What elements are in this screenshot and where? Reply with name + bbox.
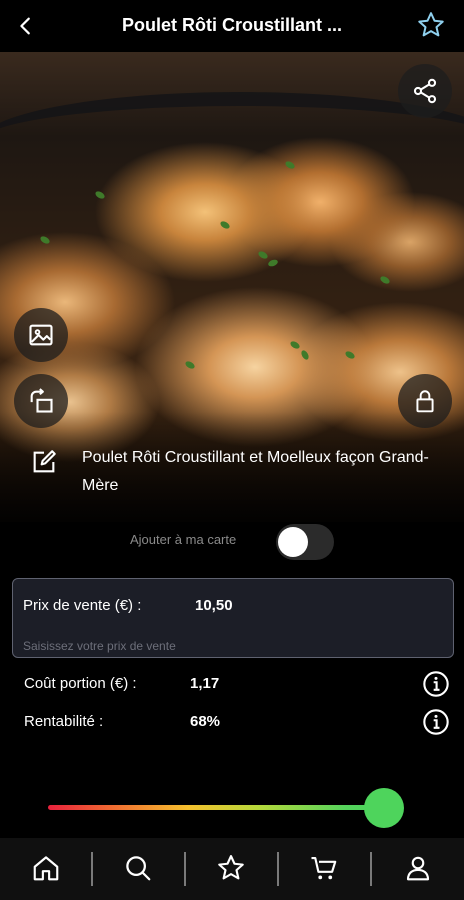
search-icon	[126, 856, 151, 881]
chevron-left-icon	[20, 17, 30, 35]
profitability-row: Rentabilité : 68%	[0, 708, 464, 738]
portion-cost-info-button[interactable]	[422, 670, 450, 698]
add-to-menu-label: Ajouter à ma carte	[130, 532, 237, 547]
portion-cost-value: 1,17	[190, 675, 220, 692]
slider-thumb[interactable]	[364, 788, 404, 828]
nav-cart[interactable]	[306, 850, 342, 886]
change-image-button[interactable]	[14, 308, 68, 362]
portion-cost-label: Coût portion (€) :	[24, 675, 137, 692]
back-button[interactable]	[12, 12, 40, 40]
cart-icon	[311, 856, 337, 880]
selling-price-placeholder: Saisissez votre prix de vente	[23, 639, 176, 653]
nav-separator	[91, 852, 93, 886]
nav-favorites[interactable]	[213, 850, 249, 886]
user-icon	[406, 856, 430, 881]
profitability-slider[interactable]	[0, 786, 464, 830]
page-title: Poulet Rôti Croustillant ...	[122, 15, 342, 35]
edit-name-button[interactable]	[30, 448, 58, 476]
nav-profile[interactable]	[400, 850, 436, 886]
selling-price-label: Prix de vente (€) :	[23, 597, 142, 614]
lock-icon	[416, 390, 434, 413]
share-button[interactable]	[398, 64, 452, 118]
nav-separator	[184, 852, 186, 886]
toggle-knob	[278, 527, 308, 557]
recipe-name: Poulet Rôti Croustillant et Moelleux faç…	[82, 449, 429, 494]
share-icon	[413, 78, 437, 104]
profitability-info-button[interactable]	[422, 708, 450, 736]
nav-separator	[370, 852, 372, 886]
slider-track	[48, 805, 398, 810]
image-icon	[29, 324, 53, 346]
selling-price-field[interactable]: Prix de vente (€) : 10,50 Saisissez votr…	[12, 578, 454, 658]
info-icon	[423, 709, 449, 735]
rotate-icon	[30, 388, 53, 413]
bottom-navigation	[0, 838, 464, 900]
add-to-menu-row: Ajouter à ma carte	[0, 522, 464, 562]
nav-home[interactable]	[28, 850, 64, 886]
profitability-value: 68%	[190, 713, 221, 730]
profitability-label: Rentabilité :	[24, 713, 104, 730]
star-icon	[218, 855, 244, 880]
nav-search[interactable]	[120, 850, 156, 886]
pan-rim	[0, 92, 464, 192]
nav-separator	[277, 852, 279, 886]
home-icon	[33, 856, 59, 881]
favorite-button[interactable]	[416, 10, 446, 40]
top-bar: Poulet Rôti Croustillant ...	[0, 0, 464, 52]
rotate-image-button[interactable]	[14, 374, 68, 428]
info-icon	[423, 671, 449, 697]
selling-price-value[interactable]: 10,50	[195, 597, 233, 614]
star-outline-icon	[418, 12, 444, 37]
lock-button[interactable]	[398, 374, 452, 428]
portion-cost-row: Coût portion (€) : 1,17	[0, 670, 464, 700]
edit-icon	[33, 450, 56, 473]
add-to-menu-toggle[interactable]	[276, 524, 334, 560]
